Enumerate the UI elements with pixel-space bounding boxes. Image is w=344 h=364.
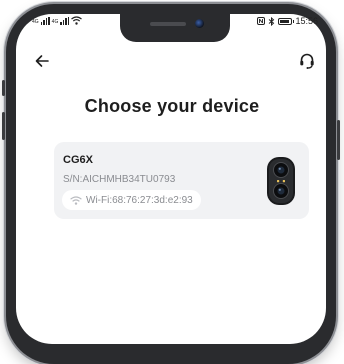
signal-bars-icon — [40, 17, 50, 25]
front-camera — [195, 19, 204, 28]
notch — [120, 14, 230, 42]
camera-device-icon — [267, 157, 295, 205]
status-bar-left: 4G 4G — [32, 16, 83, 25]
device-name: CG6X — [63, 154, 93, 166]
battery-icon — [278, 17, 295, 25]
speaker-grille — [150, 22, 186, 26]
wifi-info-pill: Wi-Fi:68:76:27:3d:e2:93 — [62, 190, 201, 210]
wifi-icon — [71, 16, 83, 25]
side-button — [337, 120, 340, 160]
network-type-label: 4G — [32, 19, 39, 25]
wifi-icon — [70, 195, 82, 205]
page-title: Choose your device — [84, 96, 260, 116]
status-bar-right: 15:56 — [257, 16, 318, 26]
wifi-mac-address: Wi-Fi:68:76:27:3d:e2:93 — [86, 194, 193, 206]
signal-bars-icon — [60, 17, 70, 25]
headset-icon[interactable] — [298, 52, 316, 70]
status-time: 15:56 — [295, 16, 318, 26]
device-card[interactable]: CG6X S/N:AICHMHB34TU0793 Wi-Fi:68:76:27:… — [54, 142, 309, 219]
side-button — [2, 80, 5, 96]
bluetooth-icon — [269, 16, 275, 26]
back-arrow-icon[interactable] — [34, 53, 50, 69]
network-type-label: 4G — [51, 19, 59, 25]
nfc-icon — [257, 17, 266, 25]
device-serial: S/N:AICHMHB34TU0793 — [63, 174, 176, 185]
